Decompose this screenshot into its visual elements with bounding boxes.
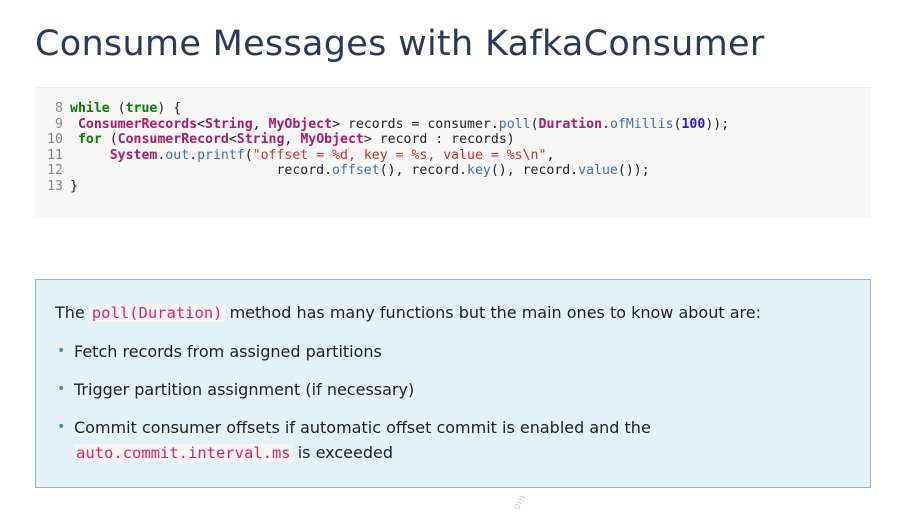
method-ofmillis: ofMillis <box>610 116 674 132</box>
method-offset: offset <box>332 163 380 178</box>
code-line-10: 10 for (ConsumerRecord<String, MyObject>… <box>35 132 871 148</box>
code-snippet: 8 while (true) { 9 ConsumerRecords<String… <box>35 87 871 217</box>
list-item-text: Trigger partition assignment (if necessa… <box>74 380 415 399</box>
watermark: om <box>511 492 529 513</box>
list-item: • Trigger partition assignment (if neces… <box>55 377 850 402</box>
method-value: value <box>578 163 618 178</box>
code-text: , <box>252 116 269 132</box>
line-number: 12 <box>47 163 63 178</box>
list-item: • Fetch records from assigned partitions <box>55 339 850 364</box>
inline-code-auto-commit-interval: auto.commit.interval.ms <box>74 444 293 462</box>
code-text: ( <box>101 132 118 147</box>
code-line-13: 13} <box>35 179 871 195</box>
list-item-text-after: is exceeded <box>292 443 393 462</box>
info-callout: The poll(Duration) method has many funct… <box>35 279 871 488</box>
type-string: String <box>205 116 253 132</box>
keyword-while: while <box>70 101 110 116</box>
code-text: > record : records) <box>363 132 515 147</box>
code-text: ( <box>109 101 126 116</box>
code-line-8: 8 while (true) { <box>35 101 871 117</box>
code-line-12: 12 record.offset(), record.key(), record… <box>35 163 871 179</box>
list-item: • Commit consumer offsets if automatic o… <box>55 415 850 466</box>
string-literal: "offset = %d, key = %s, value = %s\n" <box>252 147 547 163</box>
code-text: , <box>284 132 301 147</box>
code-text: ()); <box>617 163 650 178</box>
code-line-11: 11 System.out.printf("offset = %d, key =… <box>35 148 871 164</box>
method-poll: poll <box>498 116 531 132</box>
code-text: ( <box>244 147 253 163</box>
code-text: ( <box>530 116 539 132</box>
type-consumer-records: ConsumerRecords <box>77 116 198 132</box>
code-line-9: 9 ConsumerRecords<String, MyObject> reco… <box>35 117 871 133</box>
line-number: 9 <box>55 116 63 132</box>
code-text: )); <box>705 116 730 132</box>
info-intro: The poll(Duration) method has many funct… <box>55 299 850 327</box>
intro-text-after: method has many functions but the main o… <box>224 303 761 322</box>
code-text: < <box>228 132 237 147</box>
type-myobject: MyObject <box>300 132 364 147</box>
type-myobject: MyObject <box>268 116 333 132</box>
number-literal: 100 <box>681 116 706 132</box>
type-string: String <box>236 132 285 147</box>
code-text: . <box>189 147 198 163</box>
code-text: , <box>546 147 555 163</box>
type-consumer-record: ConsumerRecord <box>117 132 229 147</box>
bullet-icon: • <box>57 419 66 435</box>
method-printf: printf <box>197 147 245 163</box>
intro-text-before: The <box>55 303 90 322</box>
code-text: (), record. <box>379 163 467 178</box>
method-key: key <box>467 163 491 178</box>
inline-code-poll-duration: poll(Duration) <box>89 304 225 322</box>
code-text: record. <box>276 163 333 178</box>
keyword-true: true <box>125 101 158 116</box>
bullet-icon: • <box>57 343 66 359</box>
type-duration: Duration <box>538 116 603 132</box>
field-out: out <box>165 147 190 163</box>
list-item-text: Commit consumer offsets if automatic off… <box>74 418 651 437</box>
code-text: < <box>197 116 205 132</box>
code-text: } <box>70 178 78 194</box>
type-system: System <box>109 147 158 163</box>
function-list: • Fetch records from assigned partitions… <box>55 339 850 466</box>
code-text: (), record. <box>490 163 579 178</box>
slide-title: Consume Messages with KafkaConsumer <box>35 24 765 64</box>
code-text: > records = consumer. <box>332 116 499 132</box>
keyword-for: for <box>77 132 102 147</box>
line-number: 8 <box>55 101 63 116</box>
code-text: ) { <box>157 101 182 116</box>
bullet-icon: • <box>57 381 66 397</box>
line-number: 11 <box>47 147 63 163</box>
line-number: 13 <box>47 178 63 194</box>
list-item-text: Fetch records from assigned partitions <box>74 342 382 361</box>
line-number: 10 <box>47 132 63 147</box>
code-text: . <box>602 116 610 132</box>
